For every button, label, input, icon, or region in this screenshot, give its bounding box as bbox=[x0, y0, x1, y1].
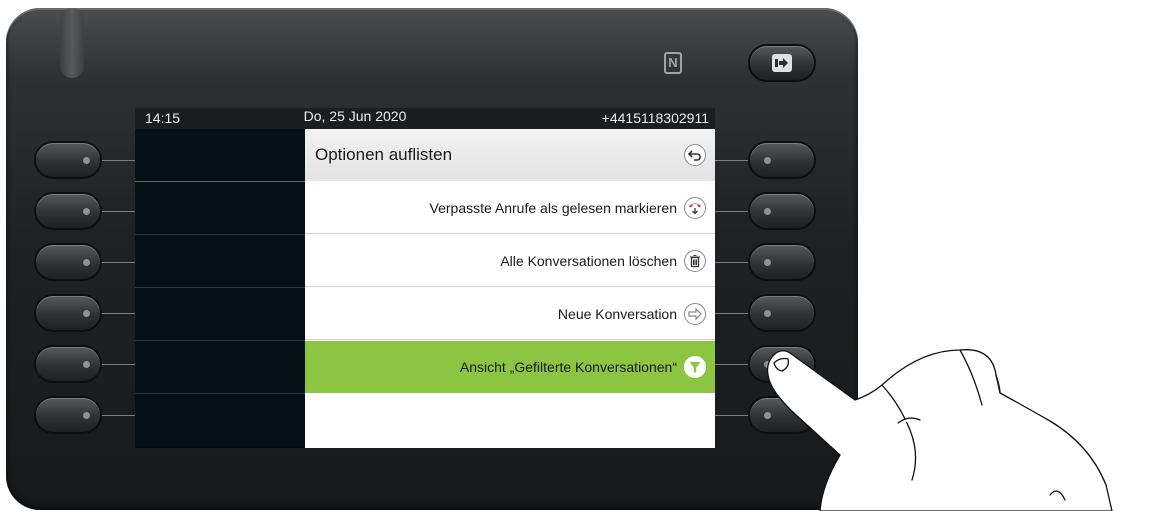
divider bbox=[102, 211, 135, 212]
handset-rest bbox=[60, 8, 84, 78]
divider bbox=[102, 364, 135, 365]
arrow-right-icon bbox=[684, 303, 706, 325]
menu-item-empty bbox=[305, 394, 715, 446]
menu-title-row: Optionen auflisten bbox=[305, 129, 715, 181]
left-slot bbox=[135, 235, 305, 287]
left-slot bbox=[135, 341, 305, 393]
left-softkey-6[interactable] bbox=[34, 396, 102, 434]
exit-icon bbox=[772, 54, 792, 72]
menu-item-label: Alle Konversationen löschen bbox=[500, 253, 677, 269]
right-softkey-2[interactable] bbox=[748, 192, 816, 230]
menu-item-label: Ansicht „Gefilterte Konversationen“ bbox=[459, 359, 677, 375]
led-indicator bbox=[83, 412, 90, 419]
pointing-hand-icon bbox=[766, 349, 1113, 511]
left-softkey-2[interactable] bbox=[34, 192, 102, 230]
left-slot bbox=[135, 129, 305, 181]
menu-item-filtered-view[interactable]: Ansicht „Gefilterte Konversationen“ bbox=[305, 341, 715, 393]
led-indicator bbox=[83, 310, 90, 317]
led-indicator bbox=[83, 208, 90, 215]
missed-call-icon bbox=[684, 197, 706, 219]
led-indicator bbox=[764, 259, 771, 266]
led-indicator bbox=[764, 208, 771, 215]
divider bbox=[102, 262, 135, 263]
divider bbox=[102, 313, 135, 314]
led-indicator bbox=[764, 157, 771, 164]
right-softkey-1[interactable] bbox=[748, 141, 816, 179]
menu-item-delete-all[interactable]: Alle Konversationen löschen bbox=[305, 235, 715, 287]
phone-display: 14:15 Do, 25 Jun 2020 +4415118302911 Opt… bbox=[135, 108, 715, 448]
exit-button[interactable] bbox=[748, 44, 816, 82]
menu-item-label: Verpasste Anrufe als gelesen markieren bbox=[429, 200, 677, 216]
right-softkey-4[interactable] bbox=[748, 294, 816, 332]
filter-icon bbox=[684, 356, 706, 378]
phone-number: +4415118302911 bbox=[601, 110, 709, 126]
divider bbox=[715, 364, 750, 365]
status-bar: 14:15 Do, 25 Jun 2020 +4415118302911 bbox=[135, 108, 715, 129]
left-softkey-4[interactable] bbox=[34, 294, 102, 332]
led-indicator bbox=[83, 157, 90, 164]
menu-item-label: Neue Konversation bbox=[557, 306, 677, 322]
menu-item-mark-missed-read[interactable]: Verpasste Anrufe als gelesen markieren bbox=[305, 182, 715, 234]
left-slot bbox=[135, 288, 305, 340]
divider bbox=[715, 415, 750, 416]
left-slot bbox=[135, 394, 305, 446]
menu-item-new-conversation[interactable]: Neue Konversation bbox=[305, 288, 715, 340]
left-softkey-3[interactable] bbox=[34, 243, 102, 281]
left-softkey-1[interactable] bbox=[34, 141, 102, 179]
date-label: Do, 25 Jun 2020 bbox=[303, 108, 407, 124]
left-softkey-5[interactable] bbox=[34, 345, 102, 383]
left-slot bbox=[135, 182, 305, 234]
menu-title: Optionen auflisten bbox=[315, 145, 453, 164]
options-panel: Optionen auflisten Verpasste Anrufe als … bbox=[305, 129, 715, 448]
divider bbox=[715, 262, 750, 263]
divider bbox=[102, 160, 135, 161]
led-indicator bbox=[83, 259, 90, 266]
nfc-icon: N bbox=[664, 52, 682, 74]
trash-icon bbox=[684, 250, 706, 272]
divider bbox=[102, 415, 135, 416]
divider bbox=[715, 160, 750, 161]
led-indicator bbox=[764, 310, 771, 317]
left-panel bbox=[135, 129, 305, 448]
divider bbox=[715, 211, 750, 212]
led-indicator bbox=[83, 361, 90, 368]
divider bbox=[715, 313, 750, 314]
right-softkey-3[interactable] bbox=[748, 243, 816, 281]
back-icon[interactable] bbox=[684, 144, 706, 166]
